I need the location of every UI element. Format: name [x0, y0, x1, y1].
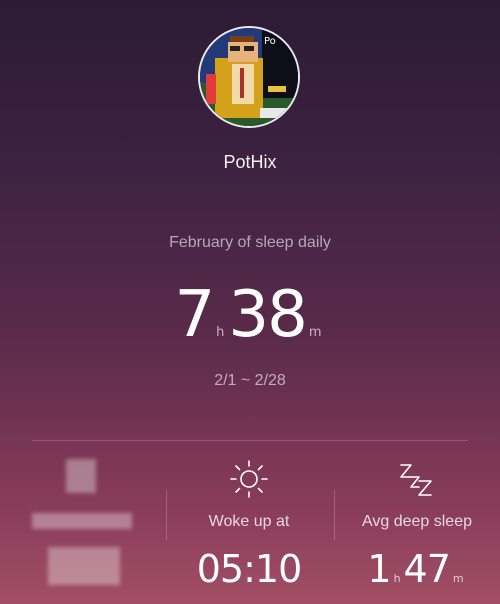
deep-sleep-minutes-unit: m — [452, 572, 464, 585]
sun-icon — [230, 460, 268, 498]
avatar[interactable]: Po — [198, 26, 300, 128]
stat-deep-sleep: Avg deep sleep 1 h47 m — [334, 455, 500, 604]
woke-up-value: 05:10 — [166, 547, 332, 591]
svg-text:Po: Po — [264, 36, 276, 47]
date-range[interactable]: 2/1 ~ 2/28 — [0, 372, 500, 390]
moon-icon — [66, 459, 96, 493]
sleep-minutes: 38 — [228, 278, 307, 352]
stat-bedtime — [0, 455, 166, 604]
stat-woke-up: Woke up at 05:10 — [166, 455, 332, 604]
deep-sleep-minutes: 47 — [403, 547, 451, 591]
sleep-hours: 7 — [174, 278, 215, 352]
woke-up-label: Woke up at — [208, 513, 290, 530]
woke-up-time: 05:10 — [196, 547, 303, 591]
username: PotHix — [223, 152, 277, 172]
redacted-label — [32, 513, 132, 529]
deep-sleep-hours-unit: h — [393, 572, 401, 585]
deep-sleep-hours: 1 — [367, 547, 391, 591]
average-sleep-time: 7 h38 m — [0, 278, 500, 352]
hours-unit: h — [216, 325, 225, 340]
summary-subtitle: February of sleep daily — [169, 234, 331, 251]
zzz-icon — [400, 464, 432, 496]
redacted-value — [48, 547, 120, 585]
pixel-art-avatar-icon: Po — [200, 28, 298, 126]
deep-sleep-label: Avg deep sleep — [361, 513, 472, 530]
minutes-unit: m — [308, 325, 322, 340]
deep-sleep-value: 1 h47 m — [334, 547, 500, 591]
divider — [32, 440, 468, 441]
